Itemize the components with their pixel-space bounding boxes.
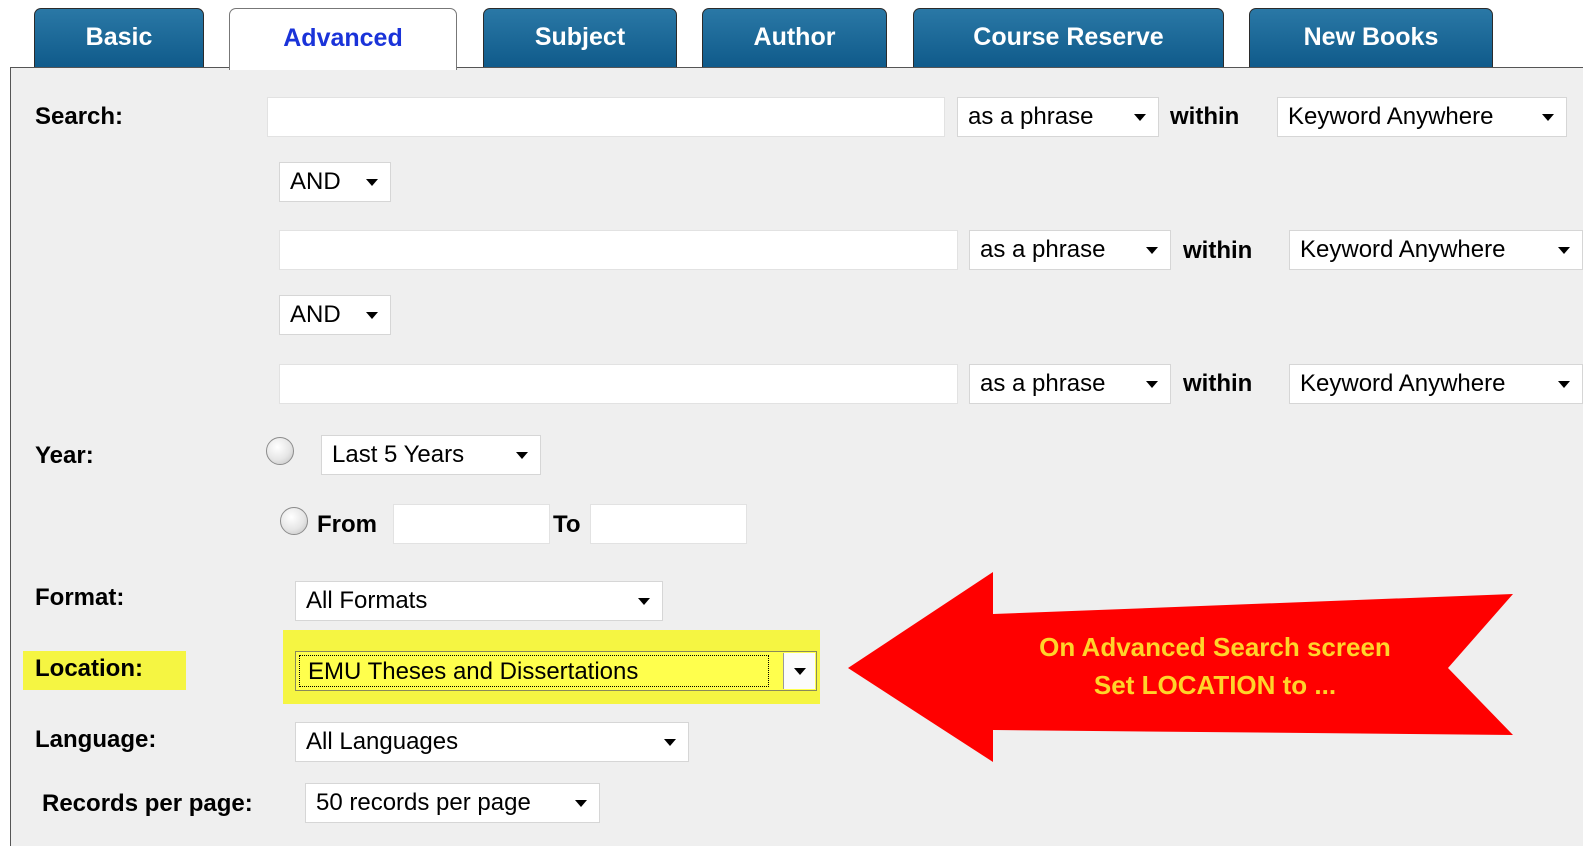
location-dropdown-button[interactable]	[783, 653, 815, 689]
from-label: From	[317, 511, 377, 538]
within-label-1: within	[1170, 103, 1240, 130]
within-label-2: within	[1183, 237, 1253, 264]
annotation-line-1: On Advanced Search screen	[1039, 632, 1391, 662]
match-type-value-3: as a phrase	[980, 370, 1106, 397]
search-label: Search:	[35, 103, 124, 130]
chevron-down-icon	[575, 800, 587, 807]
within-label-3: within	[1183, 370, 1253, 397]
location-value: EMU Theses and Dissertations	[299, 655, 769, 687]
chevron-down-icon	[1558, 381, 1570, 388]
tab-subject[interactable]: Subject	[483, 8, 677, 68]
chevron-down-icon	[1146, 381, 1158, 388]
tab-advanced[interactable]: Advanced	[229, 8, 457, 70]
format-select[interactable]: All Formats	[295, 581, 663, 621]
format-label: Format:	[35, 584, 125, 611]
year-to-input[interactable]	[590, 504, 747, 544]
match-type-value-1: as a phrase	[968, 103, 1094, 130]
year-label: Year:	[35, 442, 94, 469]
chevron-down-icon	[366, 179, 378, 186]
location-select[interactable]: EMU Theses and Dissertations	[295, 651, 817, 691]
boolean-operator-value-2: AND	[290, 301, 341, 328]
match-type-select-1[interactable]: as a phrase	[957, 97, 1159, 137]
tab-new-books[interactable]: New Books	[1249, 8, 1493, 68]
chevron-down-icon	[664, 739, 676, 746]
year-range-radio[interactable]	[266, 437, 294, 465]
to-label: To	[553, 511, 581, 538]
annotation-line-2: Set LOCATION to ...	[1093, 670, 1337, 700]
boolean-operator-value-1: AND	[290, 168, 341, 195]
language-label: Language:	[35, 726, 157, 753]
chevron-down-icon	[1542, 114, 1554, 121]
search-field-select-1[interactable]: Keyword Anywhere	[1277, 97, 1567, 137]
tab-course-reserve[interactable]: Course Reserve	[913, 8, 1224, 68]
search-field-value-3: Keyword Anywhere	[1300, 370, 1506, 397]
chevron-down-icon	[1558, 247, 1570, 254]
year-from-input[interactable]	[393, 504, 550, 544]
boolean-operator-select-2[interactable]: AND	[279, 295, 391, 335]
language-select[interactable]: All Languages	[295, 722, 689, 762]
search-field-value-2: Keyword Anywhere	[1300, 236, 1506, 263]
chevron-down-icon	[516, 452, 528, 459]
format-value: All Formats	[306, 587, 428, 614]
tab-basic[interactable]: Basic	[34, 8, 204, 68]
annotation-text: On Advanced Search screen Set LOCATION t…	[985, 628, 1445, 704]
records-per-page-label: Records per page:	[42, 790, 253, 817]
chevron-down-icon	[1146, 247, 1158, 254]
match-type-select-2[interactable]: as a phrase	[969, 230, 1171, 270]
language-value: All Languages	[306, 728, 459, 755]
search-field-select-3[interactable]: Keyword Anywhere	[1289, 364, 1583, 404]
chevron-down-icon	[1134, 114, 1146, 121]
match-type-value-2: as a phrase	[980, 236, 1106, 263]
records-per-page-value: 50 records per page	[316, 789, 531, 816]
year-range-select[interactable]: Last 5 Years	[321, 435, 541, 475]
search-term-input-2[interactable]	[279, 230, 958, 270]
search-term-input-3[interactable]	[279, 364, 958, 404]
chevron-down-icon	[794, 668, 806, 675]
search-field-select-2[interactable]: Keyword Anywhere	[1289, 230, 1583, 270]
search-field-value-1: Keyword Anywhere	[1288, 103, 1494, 130]
year-custom-radio[interactable]	[280, 507, 308, 535]
match-type-select-3[interactable]: as a phrase	[969, 364, 1171, 404]
records-per-page-select[interactable]: 50 records per page	[305, 783, 600, 823]
boolean-operator-select-1[interactable]: AND	[279, 162, 391, 202]
chevron-down-icon	[366, 312, 378, 319]
tab-author[interactable]: Author	[702, 8, 887, 68]
chevron-down-icon	[638, 598, 650, 605]
search-term-input-1[interactable]	[267, 97, 945, 137]
year-range-value: Last 5 Years	[332, 441, 465, 468]
location-label: Location:	[35, 655, 143, 682]
